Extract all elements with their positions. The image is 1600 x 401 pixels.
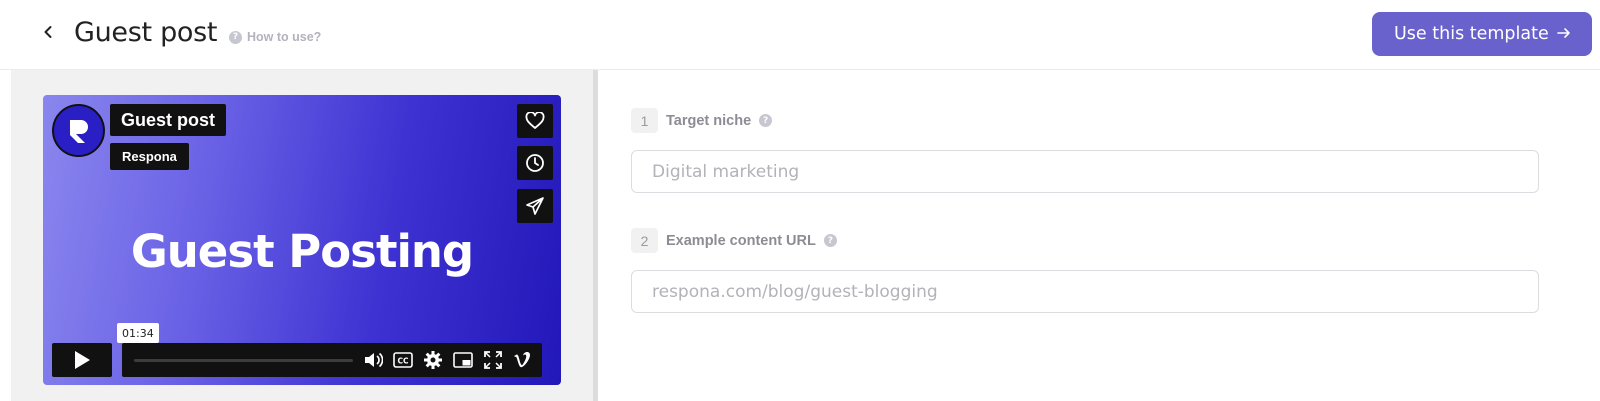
cc-icon: CC — [393, 352, 413, 368]
how-to-use-link[interactable]: ? How to use? — [229, 30, 321, 44]
field-label-target-niche: 1 Target niche ? — [631, 108, 773, 133]
pip-icon — [453, 352, 473, 368]
picture-in-picture-button[interactable] — [452, 350, 474, 370]
vimeo-icon — [514, 352, 530, 368]
video-title[interactable]: Guest post — [110, 104, 227, 136]
use-template-label: Use this template — [1394, 24, 1549, 44]
play-icon — [75, 351, 90, 369]
field-label-text: Example content URL — [666, 232, 816, 249]
field-number: 2 — [631, 228, 658, 253]
play-button[interactable] — [52, 343, 112, 377]
respona-r-icon — [69, 119, 88, 143]
svg-text:CC: CC — [397, 357, 409, 366]
question-icon[interactable]: ? — [823, 234, 837, 247]
target-niche-input[interactable] — [631, 150, 1539, 193]
send-icon — [526, 197, 544, 215]
video-author[interactable]: Respona — [110, 143, 189, 170]
question-icon[interactable]: ? — [759, 114, 773, 127]
settings-button[interactable] — [422, 350, 444, 370]
respona-logo[interactable] — [52, 104, 105, 157]
field-label-text: Target niche — [666, 112, 752, 129]
heart-icon — [525, 112, 545, 129]
back-button[interactable] — [36, 20, 60, 44]
like-button[interactable] — [517, 104, 553, 138]
use-template-button[interactable]: Use this template — [1372, 12, 1592, 56]
page-title: Guest post — [74, 17, 218, 48]
captions-button[interactable]: CC — [392, 350, 414, 370]
example-content-url-input[interactable] — [631, 270, 1539, 313]
time-tooltip: 01:34 — [117, 323, 159, 348]
watch-later-button[interactable] — [517, 146, 553, 180]
progress-track[interactable] — [134, 359, 353, 362]
question-icon: ? — [229, 30, 242, 44]
top-bar: Guest post ? How to use? Use this templa… — [0, 0, 1600, 70]
arrow-right-icon — [1557, 28, 1570, 38]
fullscreen-icon — [484, 351, 502, 369]
video-controls: CC — [122, 343, 542, 377]
video-headline: Guest Posting — [130, 225, 474, 278]
vimeo-link[interactable] — [512, 350, 534, 370]
field-number: 1 — [631, 108, 658, 133]
gear-icon — [424, 351, 442, 369]
volume-button[interactable] — [362, 350, 384, 370]
chevron-left-icon — [44, 26, 52, 38]
field-label-example-url: 2 Example content URL ? — [631, 228, 837, 253]
volume-icon — [365, 352, 383, 368]
how-to-use-label: How to use? — [247, 30, 322, 44]
share-button[interactable] — [517, 189, 553, 223]
pane-divider[interactable] — [593, 70, 598, 401]
video-player[interactable]: Guest post Respona Guest Posting 01:34 C… — [43, 95, 561, 385]
fullscreen-button[interactable] — [482, 350, 504, 370]
clock-icon — [526, 154, 544, 172]
